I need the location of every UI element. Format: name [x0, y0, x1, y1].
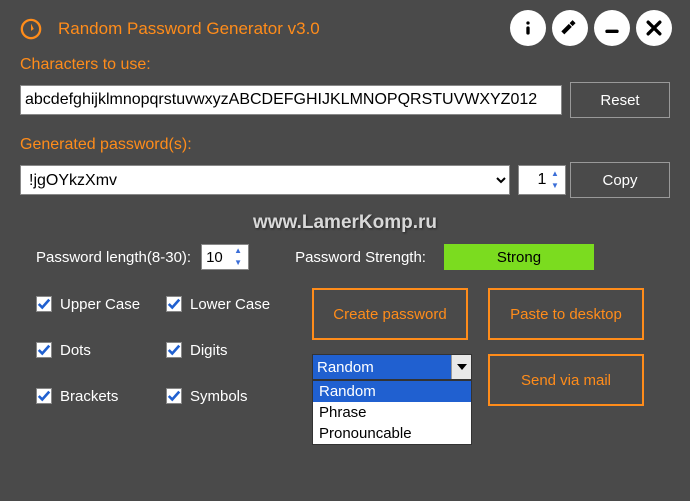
generated-label: Generated password(s):	[0, 130, 690, 162]
length-label: Password length(8-30):	[36, 249, 191, 266]
checkbox-label: Brackets	[60, 388, 118, 405]
send-mail-button[interactable]: Send via mail	[488, 354, 644, 406]
minimize-button[interactable]	[594, 10, 630, 46]
chars-input[interactable]	[20, 85, 562, 115]
checkmark-icon	[166, 388, 182, 404]
checkbox-label: Symbols	[190, 388, 248, 405]
checkbox-label: Dots	[60, 342, 91, 359]
checkbox-digits[interactable]: Digits	[166, 340, 296, 360]
chars-label: Characters to use:	[0, 50, 690, 82]
type-dropdown-selected: Random	[313, 355, 451, 379]
checkmark-icon	[166, 296, 182, 312]
create-password-button[interactable]: Create password	[312, 288, 468, 340]
checkbox-lower-case[interactable]: Lower Case	[166, 294, 296, 314]
checkmark-icon	[166, 342, 182, 358]
count-down-icon[interactable]: ▼	[548, 180, 562, 192]
app-title: Random Password Generator v3.0	[58, 19, 320, 39]
info-button[interactable]	[510, 10, 546, 46]
type-dropdown[interactable]: Random	[312, 354, 472, 380]
checkbox-brackets[interactable]: Brackets	[36, 386, 166, 406]
checkmark-icon	[36, 296, 52, 312]
settings-button[interactable]	[552, 10, 588, 46]
type-option-phrase[interactable]: Phrase	[313, 402, 471, 423]
checkbox-dots[interactable]: Dots	[36, 340, 166, 360]
strength-label: Password Strength:	[295, 249, 426, 266]
checkbox-upper-case[interactable]: Upper Case	[36, 294, 166, 314]
type-option-random[interactable]: Random	[313, 381, 471, 402]
checkbox-label: Digits	[190, 342, 228, 359]
reset-button[interactable]: Reset	[570, 82, 670, 118]
checkmark-icon	[36, 342, 52, 358]
paste-desktop-button[interactable]: Paste to desktop	[488, 288, 644, 340]
checkbox-label: Upper Case	[60, 296, 140, 313]
close-button[interactable]	[636, 10, 672, 46]
watermark-text: www.LamerKomp.ru	[0, 212, 690, 234]
length-up-icon[interactable]: ▲	[231, 245, 245, 257]
checkbox-symbols[interactable]: Symbols	[166, 386, 296, 406]
password-select[interactable]: !jgOYkzXmv	[20, 165, 510, 195]
length-down-icon[interactable]: ▼	[231, 257, 245, 269]
app-logo-icon	[20, 18, 42, 40]
copy-button[interactable]: Copy	[570, 162, 670, 198]
strength-badge: Strong	[444, 244, 594, 270]
count-up-icon[interactable]: ▲	[548, 168, 562, 180]
type-dropdown-list: Random Phrase Pronouncable	[312, 380, 472, 445]
type-option-pronouncable[interactable]: Pronouncable	[313, 423, 471, 444]
checkmark-icon	[36, 388, 52, 404]
chevron-down-icon	[451, 355, 471, 379]
checkbox-label: Lower Case	[190, 296, 270, 313]
